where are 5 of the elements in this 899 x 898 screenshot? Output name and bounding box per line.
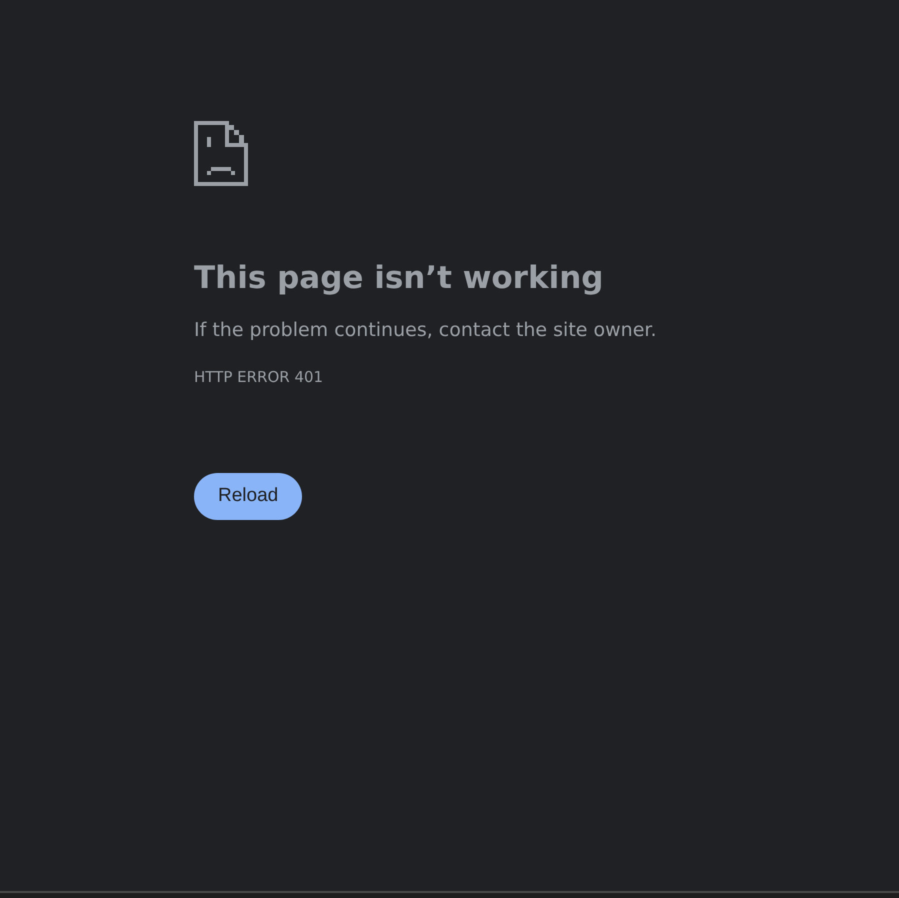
page-heading: This page isn’t working [194,259,604,298]
reload-button[interactable]: Reload [194,472,302,520]
sad-page-icon [194,121,248,186]
error-code: HTTP ERROR 401 [194,367,324,388]
error-message: If the problem continues, contact the site owner. [194,318,657,343]
